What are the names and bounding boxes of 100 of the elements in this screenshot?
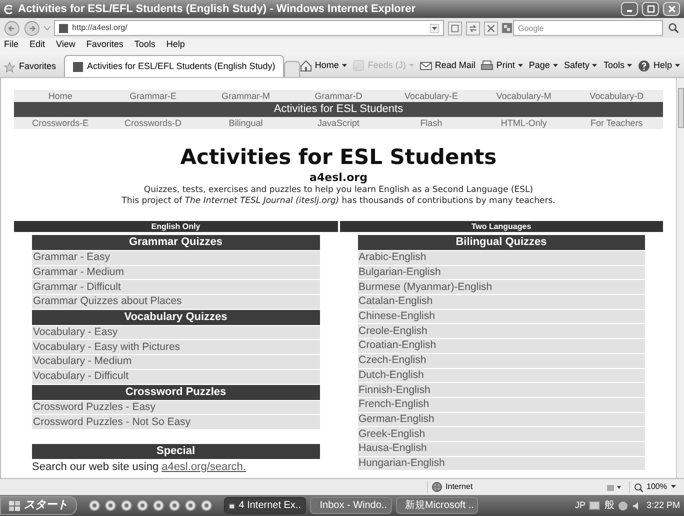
search-link[interactable]: a4esl.org/search. <box>162 460 246 474</box>
dropdown-arrow-icon <box>671 485 676 489</box>
nav-link[interactable]: Crosswords-D <box>124 117 182 129</box>
column-header: Two Languages <box>340 221 663 232</box>
dropdown-arrow-icon[interactable] <box>430 24 440 32</box>
back-button[interactable] <box>4 20 20 36</box>
search-field[interactable]: Google <box>512 20 663 36</box>
page-heading: Activities for ESL Students <box>179 144 498 171</box>
house-icon <box>300 60 312 72</box>
language-indicator[interactable]: JP <box>574 498 586 512</box>
globe-icon <box>432 482 442 492</box>
page-icon <box>59 24 68 32</box>
ime-mode-indicator[interactable]: 般 <box>604 498 614 513</box>
zone-indicator: Internet <box>426 481 597 493</box>
menu-item[interactable]: Edit <box>30 38 46 52</box>
start-button[interactable]: スタート <box>0 496 77 515</box>
windows-logo-icon <box>9 500 20 510</box>
nav-link[interactable]: HTML-Only <box>500 117 547 129</box>
star-icon <box>4 62 15 72</box>
nav-link[interactable]: Grammar-E <box>130 90 177 102</box>
quick-launch-icon[interactable] <box>201 500 212 511</box>
search-hint-text: Search our web site using <box>32 460 159 474</box>
nav-link[interactable]: Crosswords-E <box>32 117 89 129</box>
quick-launch-icon[interactable] <box>105 500 116 511</box>
nav-link[interactable]: For Teachers <box>590 117 643 129</box>
quick-launch-icon[interactable] <box>169 500 180 511</box>
envelope-icon <box>420 60 432 72</box>
site-name: a4esl.org <box>308 171 368 185</box>
command-button[interactable]: Help <box>638 59 680 73</box>
nav-link[interactable]: Grammar-M <box>222 90 270 102</box>
dropdown-arrow-icon <box>408 64 414 68</box>
nav-link[interactable]: Home <box>48 90 72 102</box>
nav-link[interactable]: JavaScript <box>317 117 360 129</box>
quick-launch-icon[interactable] <box>153 500 164 511</box>
section-header: Bilingual Quizzes <box>358 235 645 250</box>
command-button[interactable]: Tools <box>603 59 632 73</box>
menu-item[interactable]: Tools <box>134 38 156 52</box>
section-header: Vocabulary Quizzes <box>32 310 320 325</box>
taskbar-button[interactable]: Inbox - Windo.. <box>310 497 392 514</box>
dropdown-arrow-icon <box>342 64 347 68</box>
description-text: This project of The Internet TESL Journal (iteslj.org) has thousands of contributions by many teachers. <box>120 196 556 207</box>
banner-bar: Activities for ESL Students <box>14 102 663 117</box>
nav-link[interactable]: Vocabulary-D <box>590 90 644 102</box>
search-provider-icon <box>502 23 512 33</box>
printer-icon <box>481 60 494 72</box>
menu-item[interactable]: Help <box>166 38 185 52</box>
menu-item[interactable]: Favorites <box>86 38 124 52</box>
nav-link[interactable]: Vocabulary-E <box>404 90 458 102</box>
quick-launch-icon[interactable] <box>121 500 132 511</box>
nav-link[interactable]: Grammar-D <box>314 90 362 102</box>
scrollbar[interactable] <box>676 78 684 478</box>
nav-link[interactable]: Vocabulary-M <box>496 90 552 102</box>
taskbar-button[interactable]: 新規Microsoft .. <box>396 497 478 514</box>
section-header: Crossword Puzzles <box>32 384 320 400</box>
quick-launch-icon[interactable] <box>185 500 196 511</box>
help-icon <box>638 60 650 72</box>
minimize-button[interactable] <box>621 2 638 16</box>
browser-tab[interactable]: Activities for ESL/EFL Students (English Study) <box>64 55 284 77</box>
menu-item[interactable]: View <box>56 38 76 52</box>
section-header: Special <box>32 444 320 459</box>
description-text: Quizzes, tests, exercises and puzzles to help you learn English as a Second Language (ESL) <box>142 185 534 196</box>
dropdown-arrow-icon <box>518 64 523 68</box>
nav-link[interactable]: Flash <box>420 117 442 129</box>
maximize-icon <box>646 4 656 14</box>
maximize-button[interactable] <box>642 2 659 16</box>
command-button[interactable]: Read Mail <box>420 59 476 73</box>
section-header: Grammar Quizzes <box>32 235 320 250</box>
column-header: English Only <box>14 221 338 232</box>
close-button[interactable] <box>663 2 680 16</box>
close-icon <box>666 4 676 14</box>
zoom-button[interactable]: 100% <box>628 481 676 493</box>
taskbar-button[interactable]: 4 Internet Ex.. <box>224 497 306 514</box>
feed-icon <box>352 60 365 72</box>
command-button[interactable]: Safety <box>564 59 598 73</box>
dropdown-arrow-icon <box>627 64 632 68</box>
keyboard-icon[interactable] <box>589 501 600 510</box>
quick-launch-icon[interactable] <box>89 500 100 511</box>
dropdown-arrow-icon <box>592 64 598 68</box>
window-title: Activities for ESL/EFL Students (English Study) - Windows Internet Explorer <box>18 2 417 17</box>
page-icon <box>73 62 84 72</box>
refresh-icon[interactable] <box>466 20 480 36</box>
scroll-thumb[interactable] <box>678 88 684 128</box>
protected-mode-icon[interactable] <box>604 482 621 492</box>
command-button[interactable]: Home <box>300 59 347 73</box>
menu-item[interactable]: File <box>4 38 19 52</box>
command-button[interactable]: Print <box>481 59 523 73</box>
clock: 3:22 PM <box>646 498 680 512</box>
tray-icon[interactable] <box>618 500 628 510</box>
browser-logo-icon <box>4 4 14 14</box>
quick-launch-icon[interactable] <box>137 500 148 511</box>
search-icon[interactable] <box>666 21 680 35</box>
forward-button[interactable] <box>24 20 40 36</box>
address-field[interactable]: http://a4esl.org/ <box>54 20 444 36</box>
compatibility-icon[interactable] <box>448 20 462 36</box>
favorites-button[interactable]: Favorites <box>4 57 64 77</box>
magnifier-icon <box>634 482 643 492</box>
dropdown-arrow-icon <box>552 64 558 68</box>
stop-icon[interactable] <box>484 20 498 36</box>
command-button[interactable]: Page <box>528 59 558 73</box>
nav-link[interactable]: Bilingual <box>228 117 263 129</box>
